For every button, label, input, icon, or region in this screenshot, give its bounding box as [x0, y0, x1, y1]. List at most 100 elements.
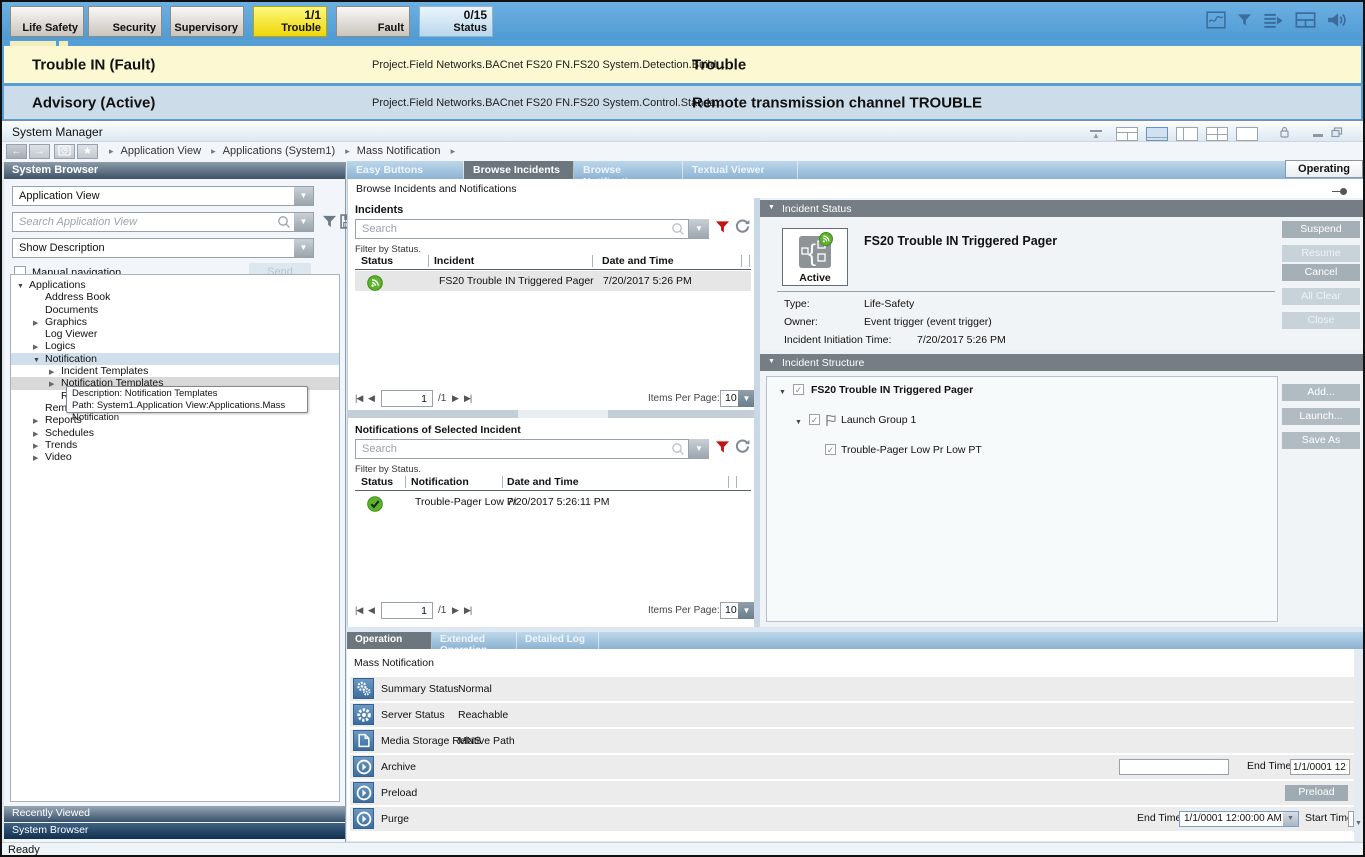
next-page-icon[interactable]: ▶	[452, 605, 458, 616]
archive-parameter-input[interactable]	[1119, 759, 1229, 775]
tree-item-video[interactable]: Video	[11, 451, 339, 463]
chevron-down-icon[interactable]	[689, 219, 709, 239]
alarm-button-fault[interactable]: Fault	[336, 6, 410, 37]
prev-page-icon[interactable]: ◀	[368, 605, 374, 616]
chevron-down-icon[interactable]	[1283, 812, 1298, 826]
window-layout-icon[interactable]	[1295, 12, 1316, 33]
structure-node-incident[interactable]: FS20 Trouble IN Triggered Pager	[767, 383, 1277, 398]
expander-icon[interactable]	[779, 386, 786, 400]
last-page-icon[interactable]: ▶|	[464, 393, 471, 404]
notifications-page-input[interactable]	[381, 602, 433, 619]
structure-node-launch-group[interactable]: Launch Group 1	[767, 413, 1277, 428]
notifications-search-input[interactable]: Search	[355, 439, 689, 459]
incident-row[interactable]: FS20 Trouble IN Triggered Pager 7/20/201…	[355, 271, 751, 291]
tree-item-notification[interactable]: Notification	[11, 353, 339, 365]
suspend-button[interactable]: Suspend	[1282, 221, 1360, 238]
prev-page-icon[interactable]: ◀	[368, 393, 374, 404]
tree-item-incident-templates[interactable]: Incident Templates	[11, 365, 339, 377]
filter-icon[interactable]	[1237, 12, 1252, 33]
tree-item-graphics[interactable]: Graphics	[11, 316, 339, 328]
save-as-button[interactable]: Save As	[1282, 432, 1360, 449]
incident-status-header[interactable]: Incident Status	[760, 200, 1365, 217]
chevron-down-icon[interactable]	[294, 213, 313, 231]
event-chart-icon[interactable]	[1206, 11, 1226, 34]
layout-split-left-icon[interactable]	[1176, 127, 1198, 141]
filter-red-icon[interactable]	[715, 219, 730, 237]
layout-quad-icon[interactable]	[1206, 127, 1228, 141]
tree-item-address-book[interactable]: Address Book	[11, 291, 339, 303]
chevron-down-icon[interactable]	[768, 200, 775, 216]
tab-browse-incidents[interactable]: Browse Incidents	[464, 161, 574, 179]
event-row-trouble[interactable]: Trouble IN (Fault) Project.Field Network…	[4, 46, 1361, 83]
alarm-button-trouble[interactable]: 1/1Trouble	[253, 6, 327, 37]
refresh-icon[interactable]	[734, 218, 751, 236]
tab-textual-viewer[interactable]: Textual Viewer	[683, 161, 798, 179]
chevron-down-icon[interactable]	[294, 187, 313, 205]
incidents-page-input[interactable]	[381, 390, 433, 407]
filter-red-icon[interactable]	[715, 439, 730, 457]
launch-button[interactable]: Launch...	[1282, 408, 1360, 425]
first-page-icon[interactable]: |◀	[355, 605, 362, 616]
archive-end-time-input[interactable]	[1290, 759, 1350, 775]
layout-grid-icon[interactable]	[1116, 127, 1138, 141]
cancel-button[interactable]: Cancel	[1282, 264, 1360, 281]
notification-row[interactable]: Trouble-Pager Low Pr 7/20/2017 5:26:11 P…	[355, 492, 751, 512]
chevron-down-icon[interactable]	[738, 390, 755, 407]
chevron-down-icon[interactable]	[689, 439, 709, 459]
checkbox-checked[interactable]	[809, 414, 820, 425]
close-button[interactable]: Close	[1282, 312, 1360, 329]
back-icon[interactable]: ←	[6, 144, 27, 159]
filter-icon[interactable]	[322, 214, 337, 234]
all-clear-button[interactable]: All Clear	[1282, 288, 1360, 305]
search-input[interactable]: Search Application View	[12, 212, 314, 232]
chevron-down-icon[interactable]	[768, 354, 775, 370]
vertical-scrollbar[interactable]	[1354, 649, 1364, 841]
history-icon[interactable]	[54, 144, 75, 159]
breadcrumb-item[interactable]: Mass Notification	[357, 145, 441, 157]
horizontal-splitter[interactable]	[348, 410, 755, 418]
view-select[interactable]: Application View	[12, 186, 314, 206]
add-button[interactable]: Add...	[1282, 384, 1360, 401]
expander-icon[interactable]	[795, 416, 802, 430]
structure-node-notification[interactable]: Trouble-Pager Low Pr Low PT	[767, 443, 1277, 458]
tree-item-documents[interactable]: Documents	[11, 304, 339, 316]
alarm-button-life-safety[interactable]: Life Safety	[10, 6, 84, 37]
breadcrumb-item[interactable]: Applications (System1)	[223, 145, 336, 157]
tree-item-log-viewer[interactable]: Log Viewer	[11, 328, 339, 340]
incidents-search-input[interactable]: Search	[355, 219, 689, 239]
purge-end-time-select[interactable]: 1/1/0001 12:00:00 AM	[1179, 811, 1299, 827]
layout-single-icon[interactable]	[1236, 127, 1258, 141]
tab-easy-buttons[interactable]: Easy Buttons	[347, 161, 464, 179]
pin-icon[interactable]	[1332, 188, 1348, 195]
system-browser-header[interactable]: System Browser	[4, 162, 345, 179]
refresh-icon[interactable]	[734, 438, 751, 456]
tab-browse-notifications[interactable]: Browse Notifications	[574, 161, 683, 179]
tab-detailed-log[interactable]: Detailed Log	[517, 632, 599, 649]
expander-icon[interactable]	[33, 453, 38, 465]
checkbox-checked[interactable]	[825, 444, 836, 455]
last-page-icon[interactable]: ▶|	[464, 605, 471, 616]
alarm-button-supervisory[interactable]: Supervisory	[170, 6, 244, 37]
favorite-star-icon[interactable]: ★	[77, 144, 98, 159]
event-row-advisory[interactable]: Advisory (Active) Project.Field Networks…	[4, 86, 1361, 119]
collapse-icon[interactable]: ▲	[1090, 130, 1102, 139]
chevron-down-icon[interactable]	[738, 602, 755, 619]
breadcrumb-item[interactable]: Application View	[121, 145, 202, 157]
alarm-button-status[interactable]: 0/15Status	[419, 6, 493, 37]
preload-button[interactable]: Preload	[1285, 785, 1348, 801]
checkbox-checked[interactable]	[793, 384, 804, 395]
tree-item-logics[interactable]: Logics	[11, 340, 339, 352]
description-select[interactable]: Show Description	[12, 238, 314, 258]
next-page-icon[interactable]: ▶	[452, 393, 458, 404]
tab-operation[interactable]: Operation	[347, 632, 432, 649]
lock-icon[interactable]	[1280, 125, 1289, 143]
speaker-icon[interactable]	[1327, 11, 1347, 34]
layout-split-horizontal-icon[interactable]	[1146, 127, 1168, 141]
tree-item-applications[interactable]: Applications	[11, 279, 339, 291]
incident-structure-header[interactable]: Incident Structure	[760, 354, 1365, 371]
event-list-icon[interactable]	[1263, 12, 1284, 33]
recently-viewed-bar[interactable]: Recently Viewed	[4, 806, 345, 822]
alarm-button-security[interactable]: Security	[88, 6, 162, 37]
resume-button[interactable]: Resume	[1282, 245, 1360, 262]
operating-mode-button[interactable]: Operating	[1285, 160, 1363, 178]
